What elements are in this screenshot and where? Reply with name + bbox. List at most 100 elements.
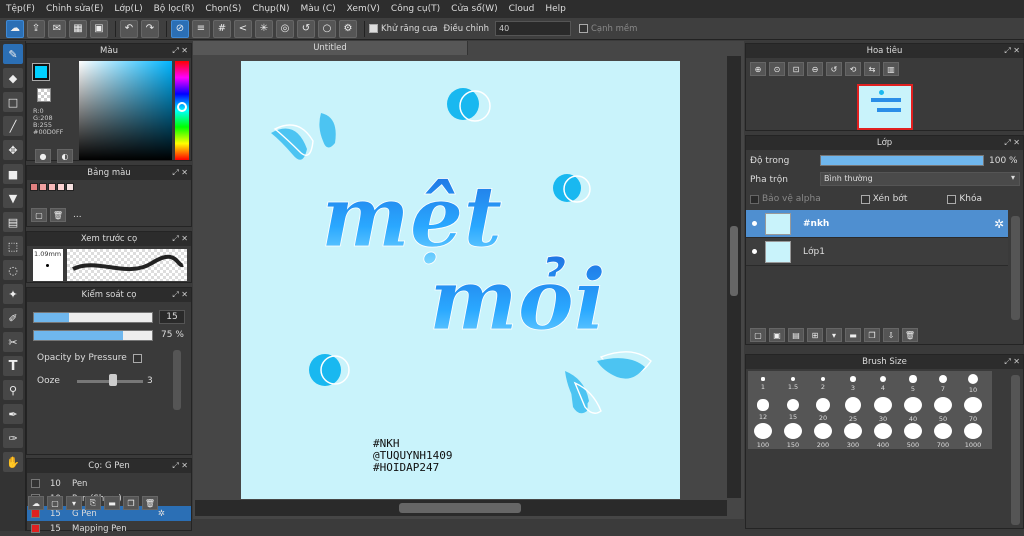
menu-item[interactable]: Bộ lọc(R) — [154, 4, 195, 14]
redo-icon[interactable]: ↷ — [141, 19, 159, 38]
hscroll-thumb[interactable] — [399, 503, 521, 513]
brush-add-icon[interactable]: ▾ — [66, 496, 82, 510]
palette-swatch[interactable] — [39, 183, 47, 191]
brush-size-cell[interactable]: 12 — [748, 397, 778, 423]
magic-wand-tool-icon[interactable]: ✦ — [3, 284, 23, 304]
layer-visibility-icon[interactable] — [752, 221, 757, 226]
marquee-tool-icon[interactable]: ⬚ — [3, 236, 23, 256]
layer-settings-icon[interactable]: ✲ — [994, 217, 1004, 231]
layer-duplicate-icon[interactable]: ❐ — [864, 328, 880, 342]
rotate-reset-icon[interactable]: ⟲ — [845, 62, 861, 76]
layer-merge-icon[interactable]: ⇩ — [883, 328, 899, 342]
palette-swatch[interactable] — [48, 183, 56, 191]
brush-size-cell[interactable]: 2 — [808, 371, 838, 397]
hue-handle[interactable] — [177, 102, 187, 112]
dropper-tool-icon[interactable]: ⚲ — [3, 380, 23, 400]
canvas-horizontal-scrollbar[interactable] — [195, 500, 727, 516]
layer-visibility-icon[interactable] — [752, 249, 757, 254]
new-layer-text-icon[interactable]: ▤ — [788, 328, 804, 342]
rect-fill-tool-icon[interactable]: ■ — [3, 164, 23, 184]
new-layer-vector-icon[interactable]: ⊞ — [807, 328, 823, 342]
snap-grid-icon[interactable]: # — [213, 19, 231, 38]
palette-swatch[interactable] — [57, 183, 65, 191]
brush-size-cell[interactable]: 70 — [958, 397, 988, 423]
snap-parallel-icon[interactable]: ≡ — [192, 19, 210, 38]
image-icon[interactable]: ▣ — [90, 19, 108, 38]
brush-size-cell[interactable]: 7 — [928, 371, 958, 397]
clip-checkbox[interactable] — [860, 194, 870, 204]
snap-ellipse-icon[interactable]: ○ — [318, 19, 336, 38]
flip-icon[interactable]: ⇆ — [864, 62, 880, 76]
snap-settings-icon[interactable]: ⚙ — [339, 19, 357, 38]
navigator-thumbnail[interactable] — [857, 84, 913, 130]
background-swatch[interactable] — [37, 88, 51, 102]
brush-control-scrollbar[interactable] — [173, 350, 181, 410]
palette-swatch[interactable] — [30, 183, 38, 191]
pressure-checkbox[interactable] — [132, 353, 142, 363]
menu-item[interactable]: Chỉnh sửa(E) — [46, 4, 103, 14]
brush-size-cell[interactable]: 25 — [838, 397, 868, 423]
fit-screen-icon[interactable]: ⊡ — [788, 62, 804, 76]
brush-size-cell[interactable]: 400 — [868, 423, 898, 449]
snap-circle-icon[interactable]: ◎ — [276, 19, 294, 38]
share-icon[interactable]: ⇪ — [27, 19, 45, 38]
rect-select-tool-icon[interactable]: □ — [3, 92, 23, 112]
pipette-tool-icon[interactable]: ✑ — [3, 428, 23, 448]
menu-item[interactable]: Cửa sổ(W) — [451, 4, 497, 14]
brush-size-cell[interactable]: 150 — [778, 423, 808, 449]
gear-icon[interactable]: ✲ — [158, 509, 165, 519]
cloud-icon[interactable]: ☁ — [6, 19, 24, 38]
navigator-settings-icon[interactable]: ▥ — [883, 62, 899, 76]
undo-icon[interactable]: ↶ — [120, 19, 138, 38]
brush-size-cell[interactable]: 15 — [778, 397, 808, 423]
ooze-handle[interactable] — [109, 374, 117, 386]
adjust-select[interactable]: 40 — [494, 21, 571, 36]
layer-row[interactable]: Lớp1 — [746, 238, 1008, 266]
brush-size-cell[interactable]: 500 — [898, 423, 928, 449]
palette-swatch[interactable] — [66, 183, 74, 191]
line-tool-icon[interactable]: ╱ — [3, 116, 23, 136]
layer-row[interactable]: #nkh ✲ — [746, 210, 1008, 238]
lock-checkbox[interactable] — [947, 194, 957, 204]
zoom-out-icon[interactable]: ⊖ — [807, 62, 823, 76]
drawing-canvas[interactable]: mệt mỏi #NKH @TUQUYNH1409 #HOIDAP247 — [241, 61, 680, 499]
color-swap-icon[interactable]: ◐ — [57, 149, 73, 163]
palette-new-icon[interactable]: ▢ — [31, 208, 47, 222]
snap-vanish-icon[interactable]: < — [234, 19, 252, 38]
layer-delete-icon[interactable]: 🗑 — [902, 328, 918, 342]
rotate-left-icon[interactable]: ↺ — [826, 62, 842, 76]
brush-size-cell[interactable]: 300 — [838, 423, 868, 449]
snap-off-icon[interactable]: ⊘ — [171, 19, 189, 38]
new-layer-image-icon[interactable]: ▣ — [769, 328, 785, 342]
palette-delete-icon[interactable]: 🗑 — [50, 208, 66, 222]
brush-size-cell[interactable]: 1 — [748, 371, 778, 397]
menu-item[interactable]: Xem(V) — [347, 4, 380, 14]
snap-curve-icon[interactable]: ↺ — [297, 19, 315, 38]
brush-size-cell[interactable]: 200 — [808, 423, 838, 449]
brush-item[interactable]: 10 Pen — [27, 476, 191, 491]
menu-item[interactable]: Tệp(F) — [6, 4, 35, 14]
brush-size-cell[interactable]: 5 — [898, 371, 928, 397]
menu-item[interactable]: Màu (C) — [301, 4, 336, 14]
bucket-tool-icon[interactable]: ▼ — [3, 188, 23, 208]
brush-size-cell[interactable]: 100 — [748, 423, 778, 449]
panel-close-icon[interactable]: ⤢ ✕ — [172, 288, 188, 302]
eyedropper-tool-icon[interactable]: ✒ — [3, 404, 23, 424]
menu-item[interactable]: Chụp(N) — [252, 4, 289, 14]
eraser-tool-icon[interactable]: ◆ — [3, 68, 23, 88]
brush-item[interactable]: 15 Mapping Pen — [27, 521, 191, 536]
brush-size-cell[interactable]: 50 — [928, 397, 958, 423]
protect-alpha-checkbox[interactable] — [750, 194, 759, 204]
select-pen-tool-icon[interactable]: ✐ — [3, 308, 23, 328]
brush-copy-icon[interactable]: ⎘ — [85, 496, 101, 510]
hand-tool-icon[interactable]: ✋ — [3, 452, 23, 472]
zoom-in-icon[interactable]: ⊕ — [750, 62, 766, 76]
menu-item[interactable]: Cloud — [509, 4, 535, 14]
palette-more[interactable]: ... — [73, 210, 82, 220]
menu-item[interactable]: Chọn(S) — [205, 4, 241, 14]
text-tool-icon[interactable]: T — [3, 356, 23, 376]
brush-size-cell[interactable]: 40 — [898, 397, 928, 423]
brush-size-cell[interactable]: 3 — [838, 371, 868, 397]
brush-delete-icon[interactable]: 🗑 — [142, 496, 158, 510]
brush-size-cell[interactable]: 20 — [808, 397, 838, 423]
